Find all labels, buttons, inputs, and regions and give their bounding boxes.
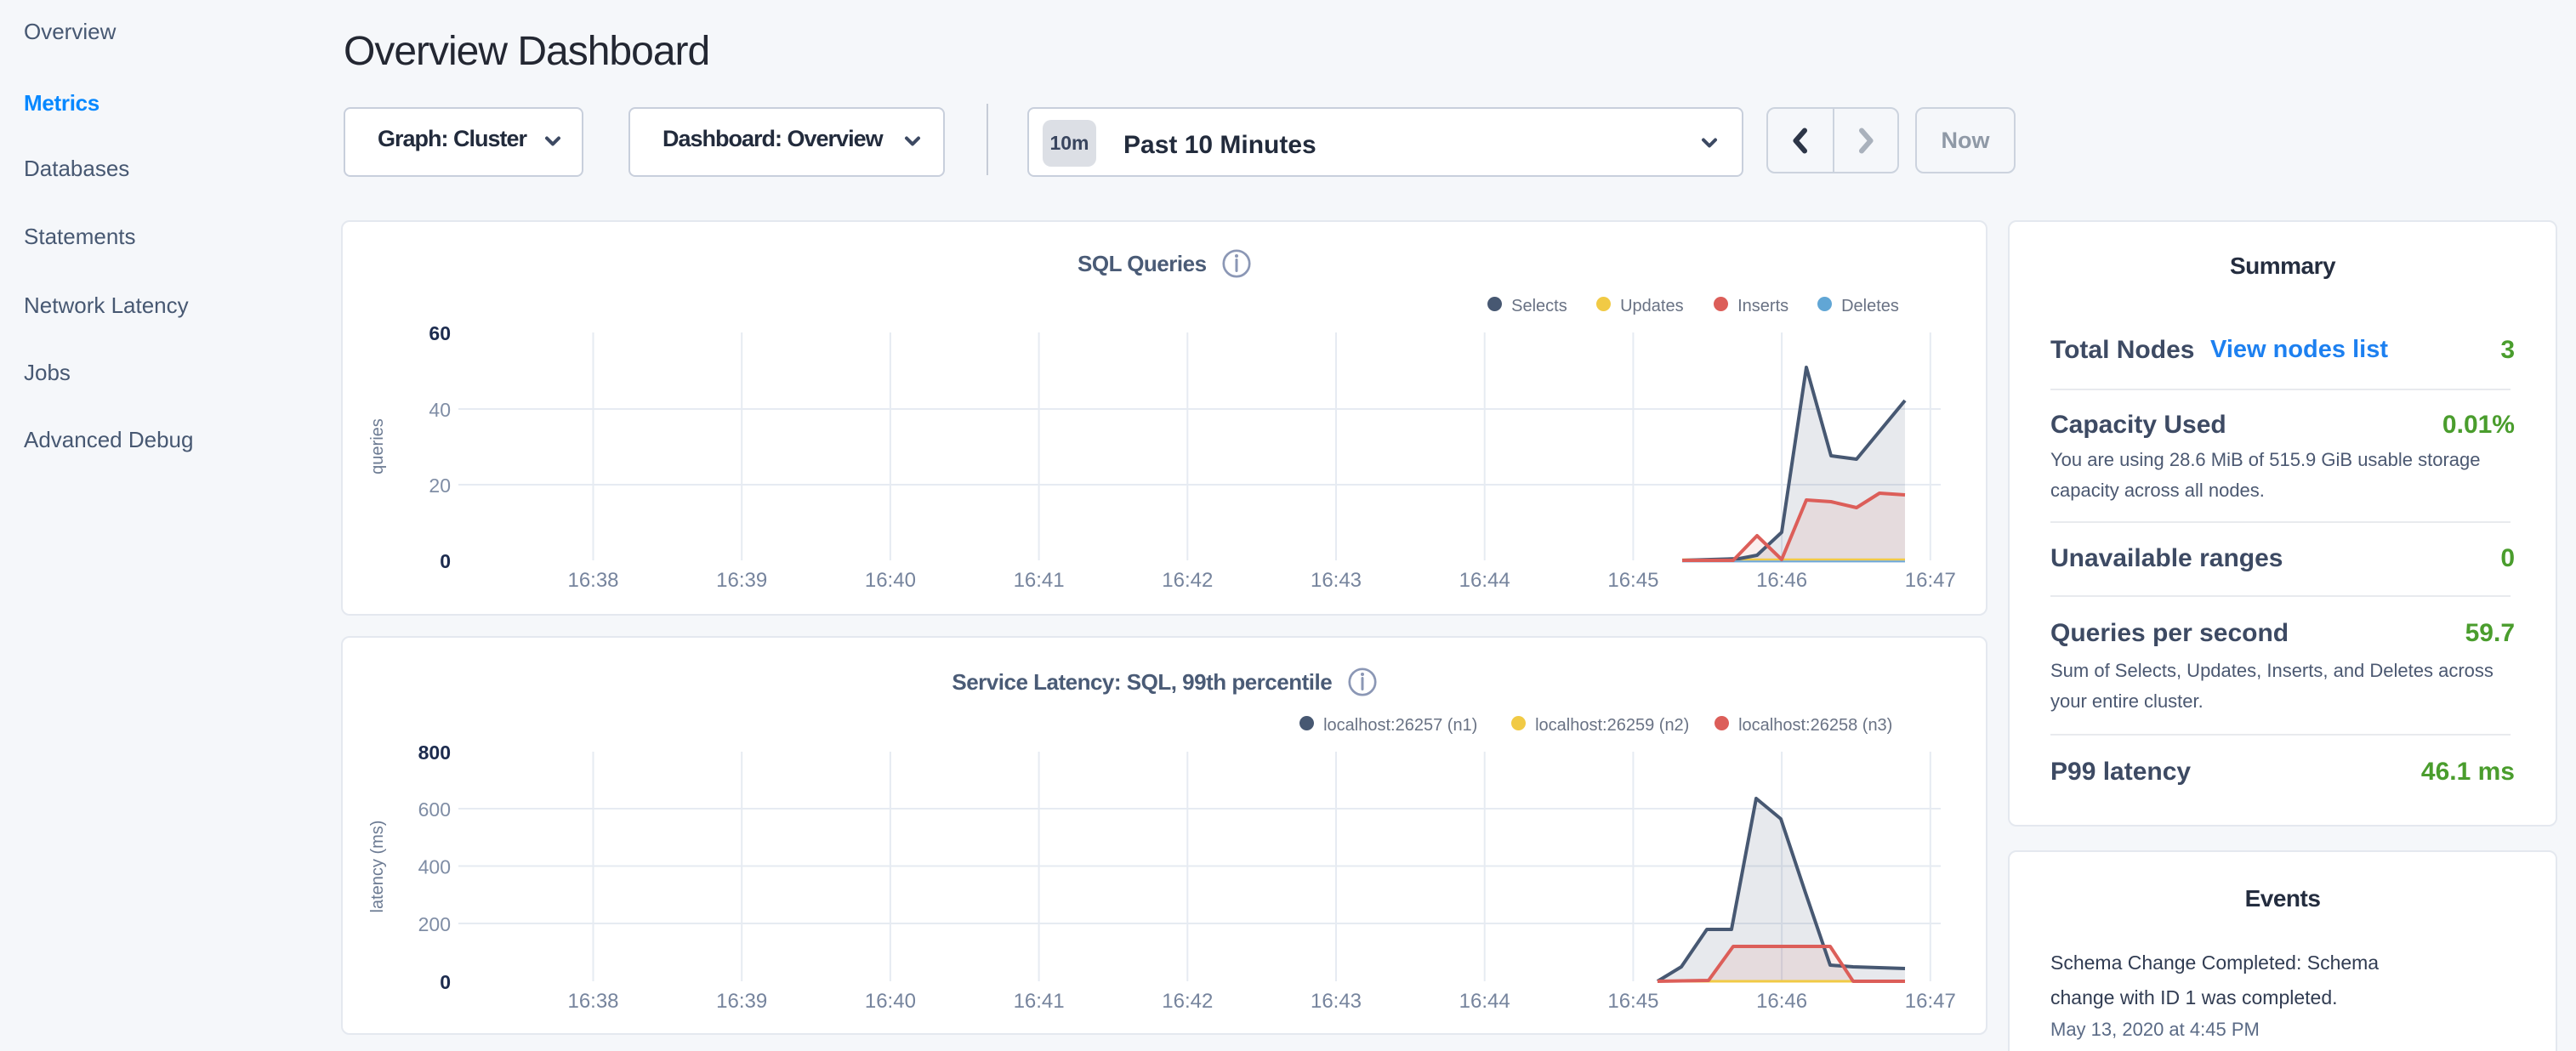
svg-text:16:45: 16:45 [1607,990,1658,1013]
svg-text:16:42: 16:42 [1162,990,1213,1013]
svg-text:400: 400 [418,856,451,878]
svg-text:0: 0 [440,550,451,572]
svg-text:16:44: 16:44 [1459,990,1510,1013]
svg-text:16:39: 16:39 [716,990,767,1013]
svg-text:16:43: 16:43 [1311,569,1362,592]
svg-text:20: 20 [429,474,451,497]
svg-text:16:40: 16:40 [865,990,916,1013]
svg-text:200: 200 [418,913,451,935]
svg-text:latency (ms): latency (ms) [368,821,387,913]
svg-text:16:41: 16:41 [1014,569,1065,592]
svg-text:queries: queries [368,418,387,474]
svg-text:16:47: 16:47 [1905,569,1956,592]
svg-text:16:43: 16:43 [1311,990,1362,1013]
svg-text:16:46: 16:46 [1756,569,1807,592]
svg-text:600: 600 [418,798,451,821]
svg-text:16:45: 16:45 [1607,569,1658,592]
svg-text:60: 60 [429,322,451,344]
svg-text:0: 0 [440,971,451,993]
svg-text:16:38: 16:38 [567,569,618,592]
svg-text:16:38: 16:38 [567,990,618,1013]
svg-text:16:40: 16:40 [865,569,916,592]
svg-text:16:41: 16:41 [1014,990,1065,1013]
svg-text:16:39: 16:39 [716,569,767,592]
svg-text:16:44: 16:44 [1459,569,1510,592]
svg-text:16:46: 16:46 [1756,990,1807,1013]
svg-text:16:42: 16:42 [1162,569,1213,592]
svg-text:800: 800 [418,741,451,764]
svg-text:16:47: 16:47 [1905,990,1956,1013]
svg-text:40: 40 [429,399,451,421]
